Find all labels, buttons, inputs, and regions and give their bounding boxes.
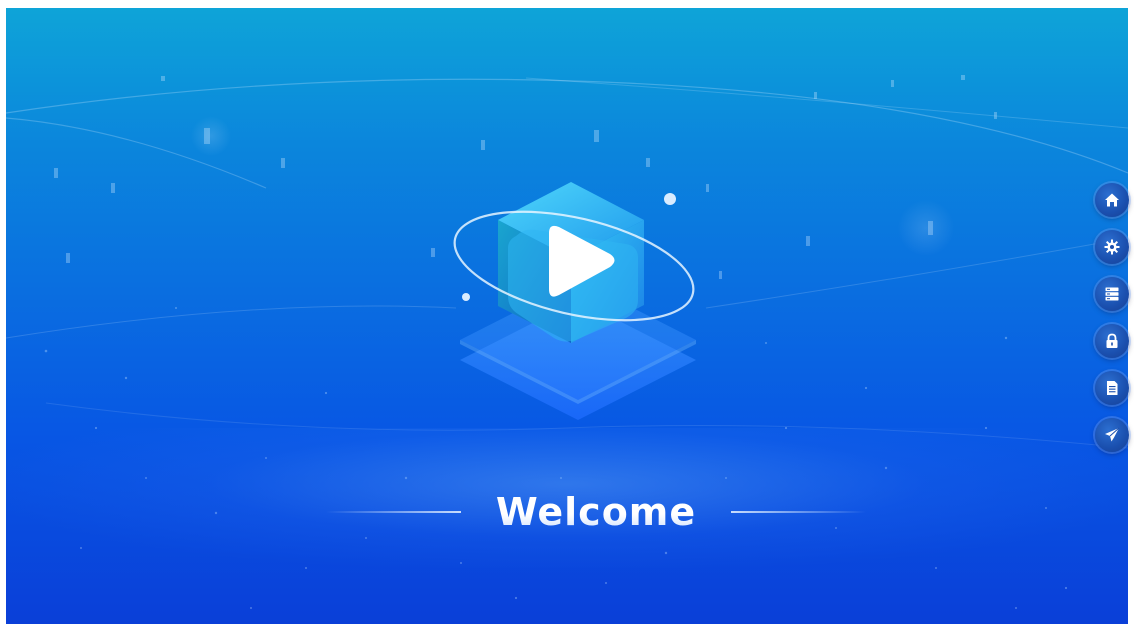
gear-icon bbox=[1104, 239, 1120, 255]
welcome-title: Welcome bbox=[461, 490, 731, 534]
welcome-screen: Welcome bbox=[6, 8, 1128, 624]
divider-left bbox=[326, 511, 461, 513]
nav-home-button[interactable] bbox=[1095, 183, 1129, 217]
nav-server-button[interactable] bbox=[1095, 277, 1129, 311]
lock-icon bbox=[1106, 333, 1118, 348]
nav-send-button[interactable] bbox=[1095, 418, 1129, 452]
nav-document-button[interactable] bbox=[1095, 371, 1129, 405]
divider-right bbox=[731, 511, 866, 513]
welcome-banner: Welcome bbox=[6, 486, 1128, 536]
home-icon bbox=[1105, 193, 1119, 207]
side-nav bbox=[1095, 183, 1134, 483]
server-icon bbox=[1105, 287, 1119, 301]
send-icon bbox=[1105, 427, 1120, 442]
nav-settings-button[interactable] bbox=[1095, 230, 1129, 264]
document-icon bbox=[1107, 381, 1118, 395]
video-cube-logo bbox=[453, 182, 695, 343]
nav-lock-button[interactable] bbox=[1095, 324, 1129, 358]
